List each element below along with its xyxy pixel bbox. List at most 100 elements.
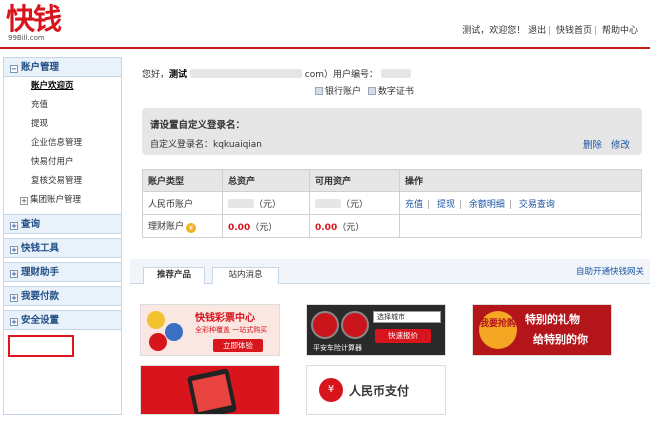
quick-quote-button[interactable]: 快速报价 <box>375 329 431 343</box>
expand-icon[interactable]: + <box>10 246 18 254</box>
welcome-text: 测试，欢迎您！ <box>462 26 526 36</box>
sidebar-group-tools[interactable]: + 快钱工具 <box>4 239 121 258</box>
digital-certificate-link[interactable]: 数字证书 <box>378 87 414 97</box>
sidebar-item-group-accounts[interactable]: + 集团账户管理 <box>4 191 121 210</box>
expand-icon[interactable]: + <box>10 270 18 278</box>
unit-label: （元） <box>337 222 365 233</box>
bank-account-link[interactable]: 银行账户 <box>325 87 361 97</box>
gift-text-line1: 特别的礼物 <box>525 313 580 326</box>
account-type-cell: 理财账户 ¥ <box>142 214 223 238</box>
ball-icon <box>147 311 165 329</box>
promo-tabbar: 推荐产品 站内消息 自助开通快钱网关 <box>130 259 650 284</box>
user-name: 测试 <box>169 70 188 80</box>
try-now-button[interactable]: 立即体验 <box>213 339 263 352</box>
car-insurance-banner[interactable]: 平安车险计算器 选择城市 快速报价 <box>306 304 446 356</box>
sidebar-group-label: 快钱工具 <box>21 243 60 254</box>
expand-icon[interactable]: + <box>10 318 18 326</box>
sidebar-item-company-info[interactable]: 企业信息管理 <box>4 134 121 153</box>
total-assets-cell: 0.00（元） <box>222 214 310 238</box>
sidebar-item-label: 集团账户管理 <box>30 195 82 205</box>
table-row: 理财账户 ¥ 0.00（元） 0.00（元） <box>142 214 642 238</box>
available-assets-cell: （元） <box>309 191 400 215</box>
column-header: 账户类型 <box>142 169 223 192</box>
rmb-payment-text: 人民币支付 <box>349 384 410 398</box>
rmb-payment-banner[interactable]: ¥ 人民币支付 <box>306 365 446 415</box>
sidebar-group-label: 理财助手 <box>21 267 60 278</box>
highlight-box <box>8 335 74 357</box>
masked-email <box>189 69 302 78</box>
mobile-banner[interactable] <box>140 365 280 415</box>
top-links: 测试，欢迎您！ 退出 | 快钱首页 | 帮助中心 <box>462 26 638 36</box>
withdraw-link[interactable]: 提现 <box>437 200 455 210</box>
custom-login-name: 自定义登录名：kqkuaiqian <box>150 140 263 150</box>
hello-text: 您好， <box>142 70 170 80</box>
tab-recommended[interactable]: 推荐产品 <box>143 267 205 284</box>
operations-cell: 充值 | 提现 | 余额明细 | 交易查询 <box>399 191 642 215</box>
sidebar: − 账户管理 账户欢迎页 充值 提现 企业信息管理 快易付用户 复核交易管理 + 集… <box>3 57 122 415</box>
header: 快钱 99Bill.com 测试，欢迎您！ 退出 | 快钱首页 | 帮助中心 <box>0 0 650 50</box>
logo[interactable]: 快钱 <box>6 0 62 38</box>
car-calculator-label: 平安车险计算器 <box>313 344 362 352</box>
column-header: 总资产 <box>222 169 310 192</box>
sidebar-group-finance[interactable]: + 理财助手 <box>4 263 121 282</box>
unit-label: （元） <box>254 199 282 210</box>
sidebar-item-review-trades[interactable]: 复核交易管理 <box>4 172 121 191</box>
logo-subtitle: 99Bill.com <box>8 34 45 42</box>
sidebar-group-label: 我要付款 <box>21 291 60 302</box>
logout-link[interactable]: 退出 <box>528 26 546 36</box>
masked-user-id <box>380 69 411 78</box>
ball-icon <box>149 333 167 351</box>
sidebar-item-recharge[interactable]: 充值 <box>4 96 121 115</box>
available-assets-cell: 0.00（元） <box>309 214 400 238</box>
column-header: 可用资产 <box>309 169 400 192</box>
gift-banner[interactable]: 我要抢购 特别的礼物 给特别的你 <box>472 304 612 356</box>
custom-login-panel: 请设置自定义登录名： 自定义登录名：kqkuaiqian 删除 修改 <box>142 108 642 155</box>
gauge-icon <box>341 311 369 339</box>
sidebar-group-security[interactable]: + 安全设置 <box>4 311 121 330</box>
sidebar-group-query[interactable]: + 查询 <box>4 215 121 234</box>
account-links: 银行账户 数字证书 <box>315 84 414 97</box>
sidebar-group-label: 安全设置 <box>21 315 60 326</box>
recharge-link[interactable]: 充值 <box>405 200 423 210</box>
home-link[interactable]: 快钱首页 <box>556 26 592 36</box>
modify-login-link[interactable]: 修改 <box>611 140 630 151</box>
main-content: 您好，测试 com）用户编号： 银行账户 数字证书 请设置自定义登录名： 自定义… <box>130 57 650 415</box>
buy-now-badge: 我要抢购 <box>479 311 517 349</box>
help-link[interactable]: 帮助中心 <box>602 26 638 36</box>
collapse-icon[interactable]: − <box>10 65 18 73</box>
delete-login-link[interactable]: 删除 <box>583 140 602 151</box>
sidebar-group-account[interactable]: − 账户管理 <box>4 58 121 77</box>
user-id-label: com）用户编号： <box>304 70 379 80</box>
trade-query-link[interactable]: 交易查询 <box>519 200 555 210</box>
amount-value: 0.00 <box>315 222 338 233</box>
column-header: 操作 <box>399 169 642 192</box>
unit-label: （元） <box>341 199 369 210</box>
wallet-icon: ¥ <box>319 378 343 402</box>
gauge-icon <box>311 311 339 339</box>
custom-login-title: 请设置自定义登录名： <box>150 120 246 131</box>
expand-icon[interactable]: + <box>20 197 28 205</box>
bank-icon <box>315 87 323 95</box>
phone-icon <box>186 368 238 414</box>
amount-value: 0.00 <box>228 222 251 233</box>
gift-text-line2: 给特别的你 <box>533 333 588 346</box>
masked-amount <box>315 198 341 208</box>
expand-icon[interactable]: + <box>10 222 18 230</box>
account-type-cell: 人民币账户 <box>142 191 223 215</box>
expand-icon[interactable]: + <box>10 294 18 302</box>
sidebar-item-kuaiyifu-users[interactable]: 快易付用户 <box>4 153 121 172</box>
sidebar-group-pay[interactable]: + 我要付款 <box>4 287 121 306</box>
promo-panel: 推荐产品 站内消息 自助开通快钱网关 快钱彩票中心 全彩种覆盖 一站式购买 立即… <box>130 259 650 415</box>
gateway-link[interactable]: 自助开通快钱网关 <box>576 265 644 277</box>
header-divider <box>0 47 650 49</box>
sidebar-group-label: 账户管理 <box>21 62 60 73</box>
ball-icon <box>165 323 183 341</box>
coin-icon: ¥ <box>186 223 197 233</box>
city-select[interactable]: 选择城市 <box>373 311 441 323</box>
assets-table: 账户类型 总资产 可用资产 操作 人民币账户 （元） （元） 充值 | 提现 | 余… <box>142 169 642 238</box>
sidebar-item-withdraw[interactable]: 提现 <box>4 115 121 134</box>
tab-messages[interactable]: 站内消息 <box>212 267 279 284</box>
balance-detail-link[interactable]: 余额明细 <box>469 200 505 210</box>
lottery-banner[interactable]: 快钱彩票中心 全彩种覆盖 一站式购买 立即体验 <box>140 304 280 356</box>
sidebar-item-welcome[interactable]: 账户欢迎页 <box>4 77 121 96</box>
